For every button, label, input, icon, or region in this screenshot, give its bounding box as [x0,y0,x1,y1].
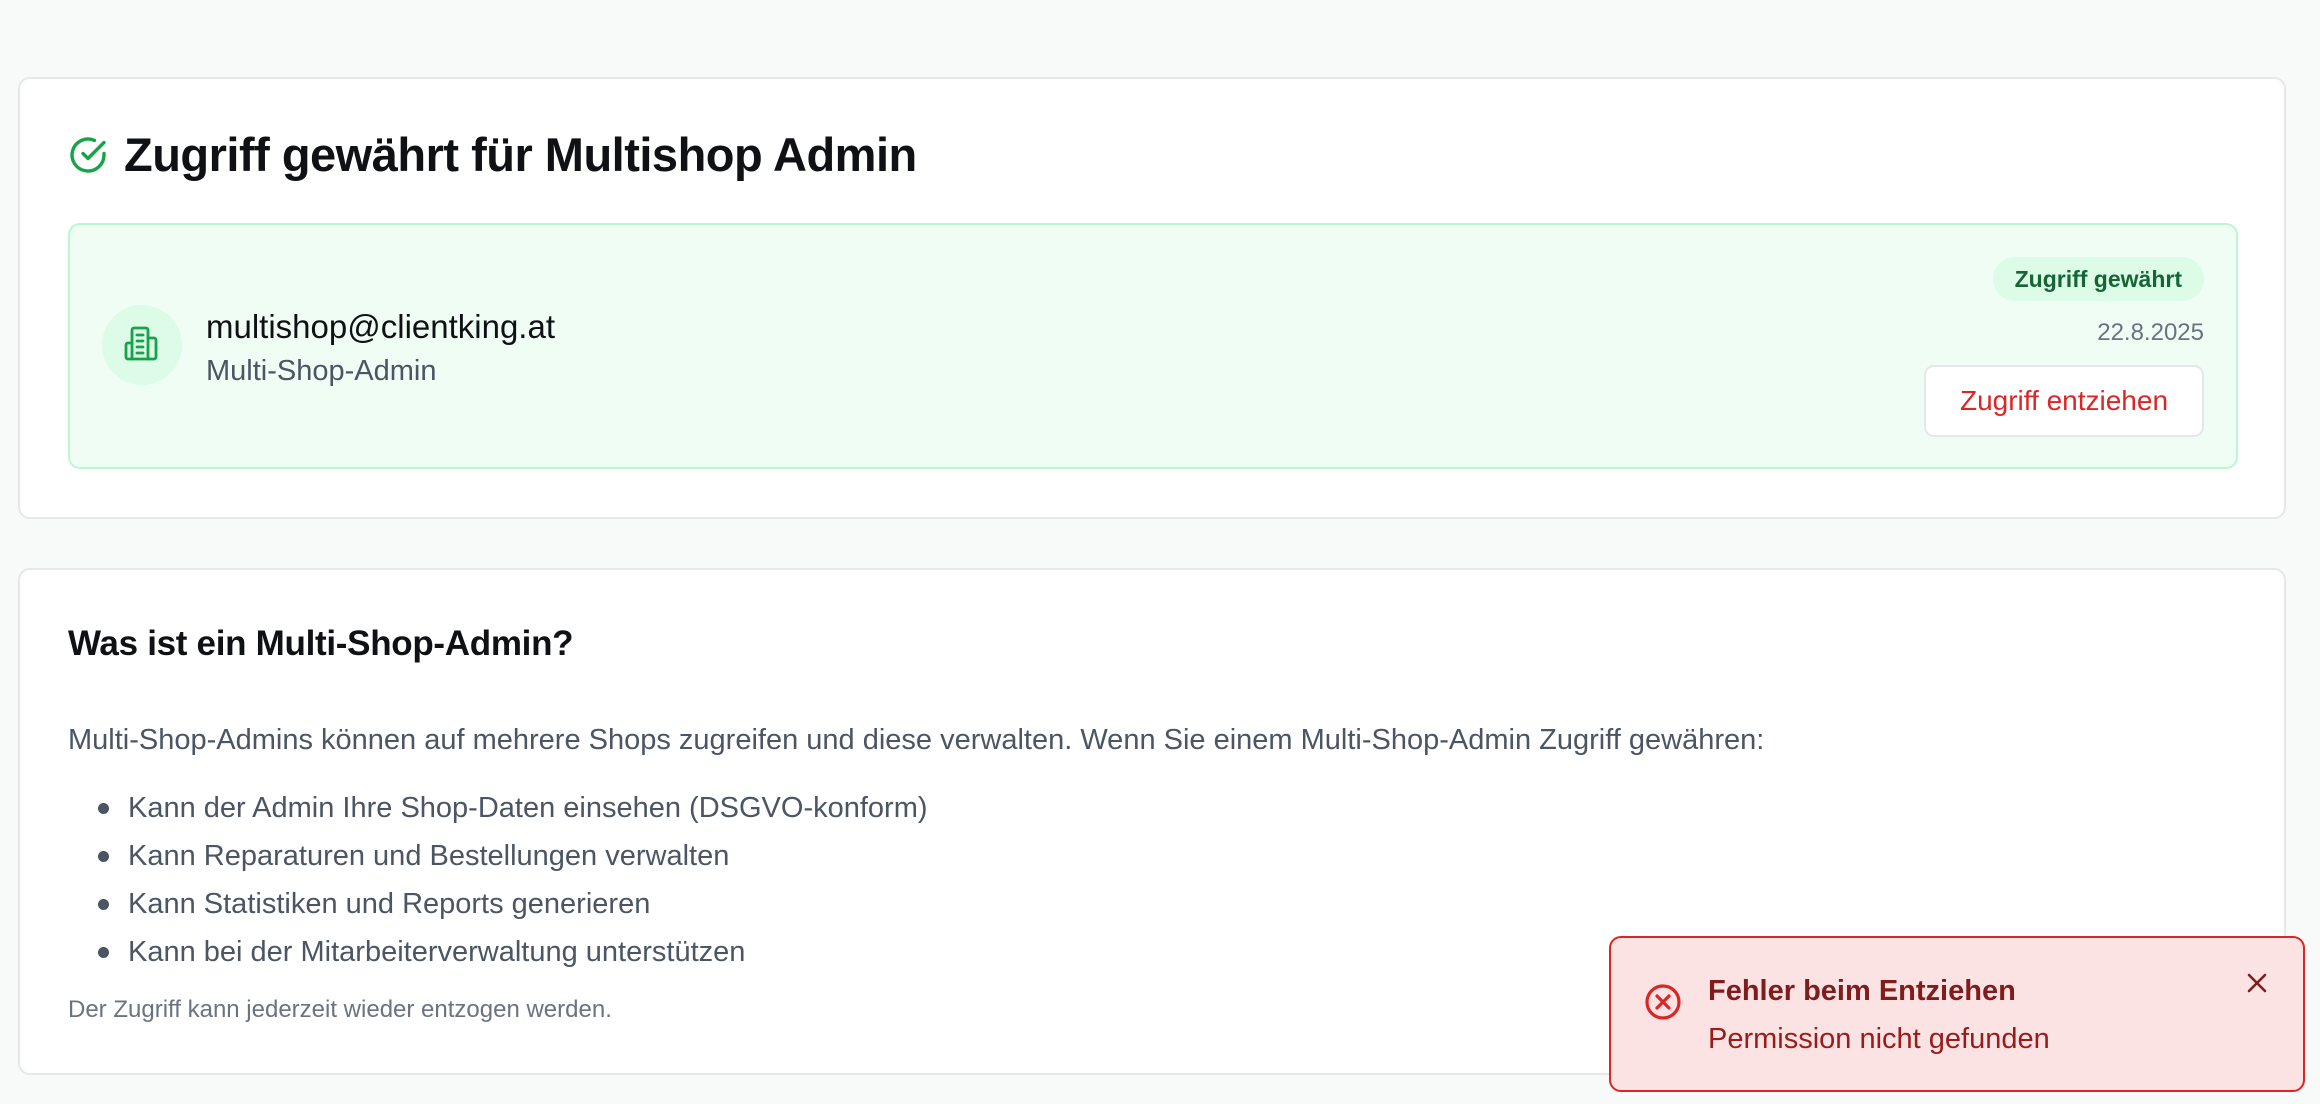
access-granted-card: Zugriff gewährt für Multishop Admin mult… [18,77,2286,519]
access-title-row: Zugriff gewährt für Multishop Admin [68,127,917,183]
toast-title: Fehler beim Entziehen [1708,975,2016,1007]
page-title: Zugriff gewährt für Multishop Admin [124,128,917,181]
list-item: Kann Statistiken und Reports generieren [68,880,928,928]
bullet-icon [98,947,109,958]
bullet-icon [98,851,109,862]
list-item-text: Kann bei der Mitarbeiterverwaltung unter… [128,936,746,968]
toast-close-button[interactable] [2237,964,2277,1004]
revoke-access-button[interactable]: Zugriff entziehen [1924,365,2204,437]
bullet-icon [98,803,109,814]
building-icon [122,323,162,368]
user-email: multishop@clientking.at [206,308,555,345]
x-circle-icon [1643,982,1683,1027]
list-item: Kann bei der Mitarbeiterverwaltung unter… [68,928,928,976]
error-toast: Fehler beim Entziehen Permission nicht g… [1609,936,2305,1092]
toast-message: Permission nicht gefunden [1708,1023,2050,1055]
info-note: Der Zugriff kann jederzeit wieder entzog… [68,996,612,1023]
granted-user-entry: multishop@clientking.at Multi-Shop-Admin… [68,223,2238,469]
avatar [102,305,182,385]
list-item-text: Kann Statistiken und Reports generieren [128,888,651,920]
list-item-text: Kann Reparaturen und Bestellungen verwal… [128,840,730,872]
list-item: Kann Reparaturen und Bestellungen verwal… [68,832,928,880]
list-item: Kann der Admin Ihre Shop-Daten einsehen … [68,784,928,832]
list-item-text: Kann der Admin Ihre Shop-Daten einsehen … [128,792,928,824]
check-circle-icon [68,135,108,175]
grant-date: 22.8.2025 [2097,319,2204,346]
close-icon [2245,971,2269,998]
bullet-icon [98,899,109,910]
status-badge: Zugriff gewährt [1992,257,2204,301]
info-intro: Multi-Shop-Admins können auf mehrere Sho… [68,724,1765,756]
info-title: Was ist ein Multi-Shop-Admin? [68,624,574,663]
user-role: Multi-Shop-Admin [206,355,437,387]
permissions-list: Kann der Admin Ihre Shop-Daten einsehen … [68,784,928,976]
